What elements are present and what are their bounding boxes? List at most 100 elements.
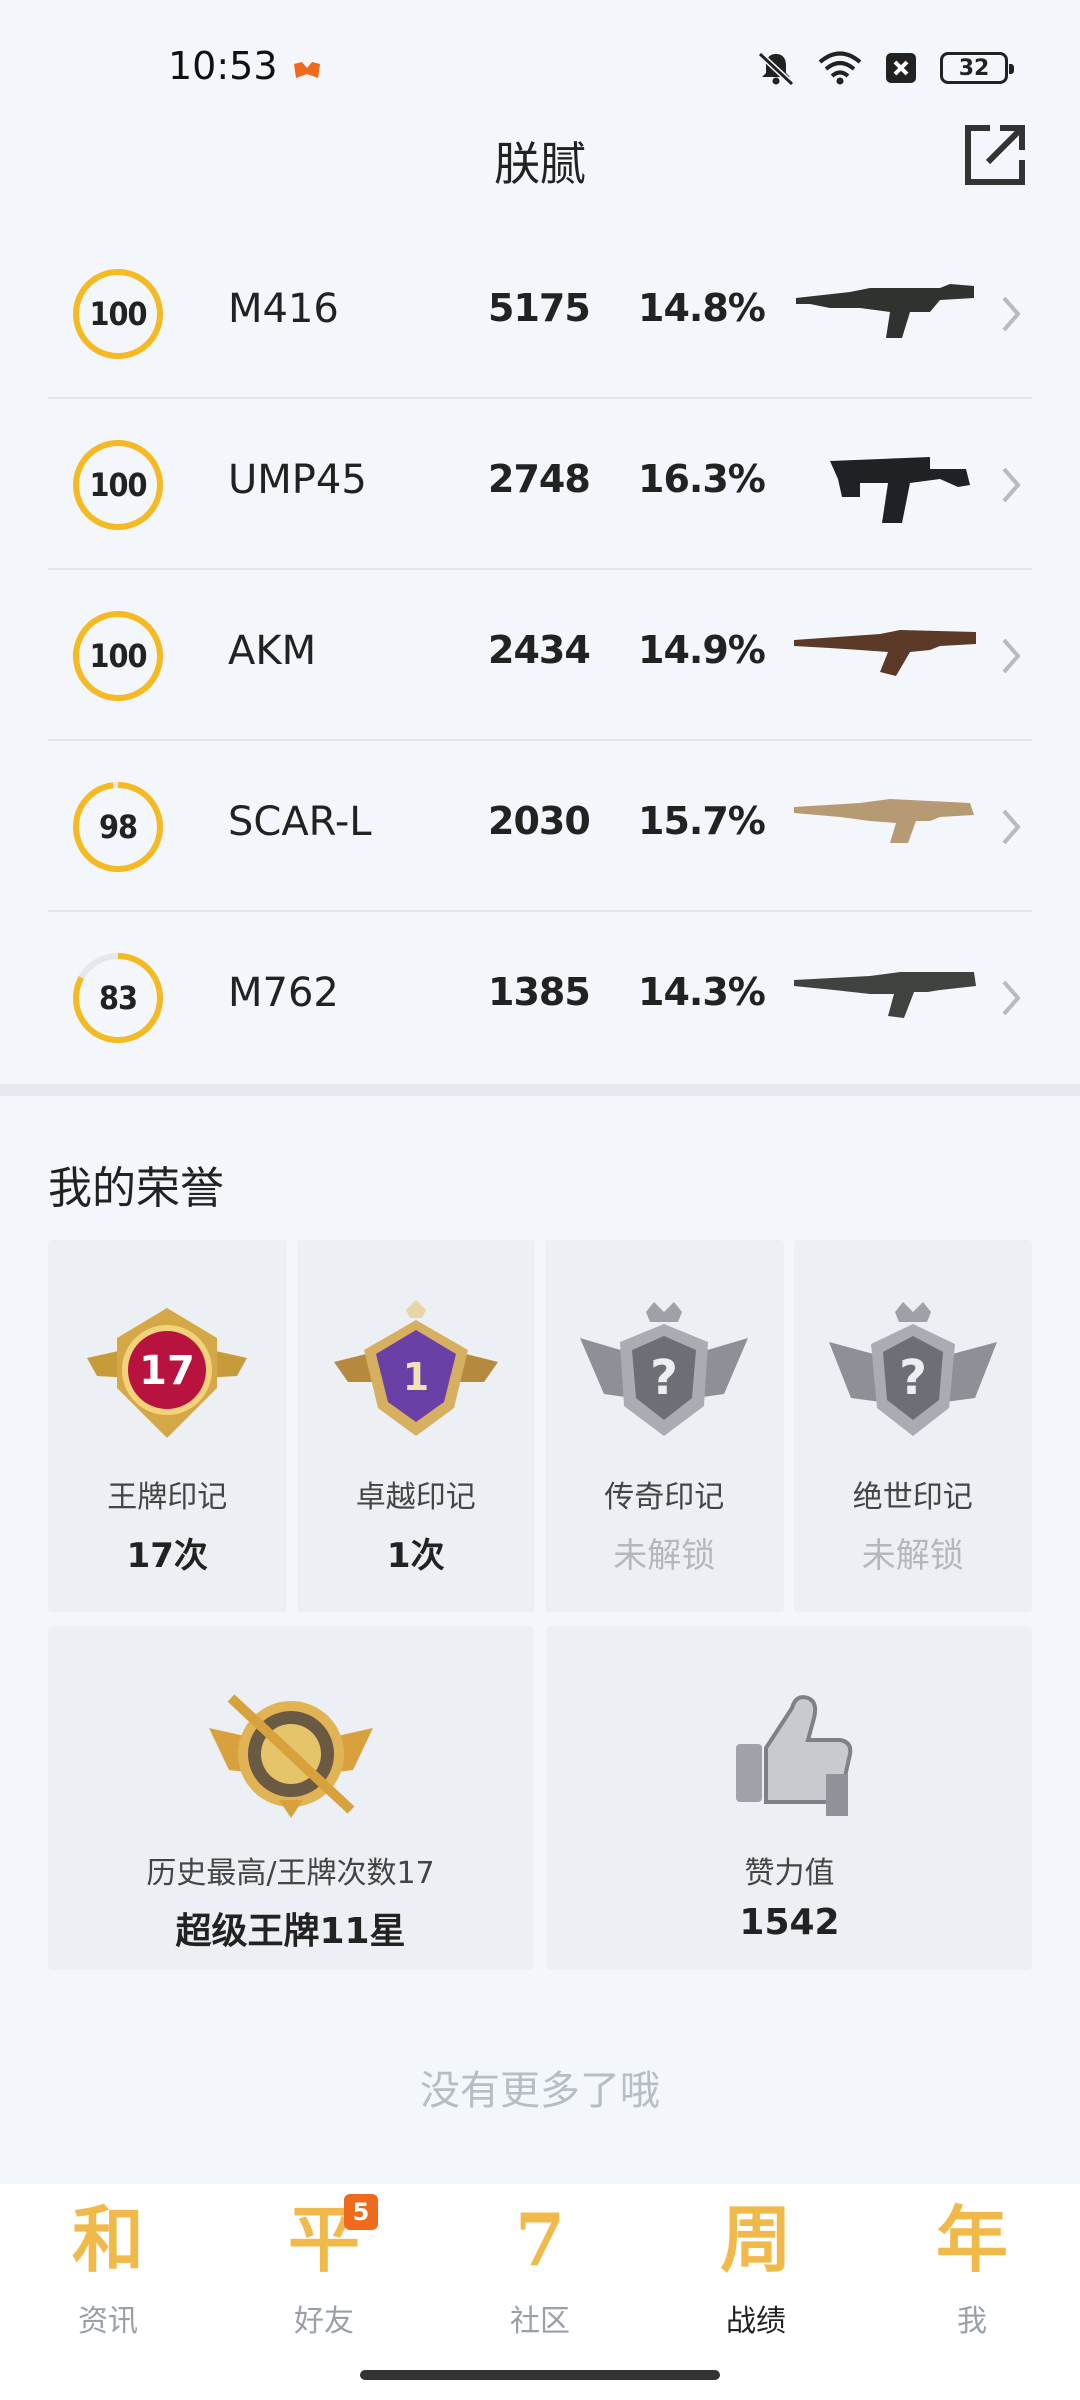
stat-label: 赞力值 [744,1856,835,1891]
bottom-nav: 和 资讯 平 5 好友 7 社区 周 战绩 年 我 [0,2184,1080,2400]
honor-card-ace[interactable]: 17 王牌印记 17次 [48,1240,287,1612]
honor-label: 卓越印记 [355,1480,476,1515]
honor-label: 传奇印记 [604,1480,725,1515]
weapon-rate: 14.9% [638,628,766,672]
end-of-list-text: 没有更多了哦 [420,2068,660,2114]
weapon-row[interactable]: 98 SCAR-L 2030 15.7% [48,741,1032,912]
honor-grid: 17 王牌印记 17次 1 卓越印记 1次 ? 传奇印记 未解锁 ? 绝世印记 … [48,1240,1032,1612]
honor-label: 绝世印记 [852,1480,973,1515]
weapon-kills: 1385 [488,970,591,1014]
legend-mark-badge-icon: ? [580,1302,749,1436]
chevron-right-icon [1002,980,1021,1016]
weapon-score-ring: 100 [70,437,166,533]
weapon-image-icon [794,972,976,1018]
status-time: 10:53 [168,44,278,88]
me-icon: 年 [935,2197,1008,2282]
honor-value: 未解锁 [613,1536,716,1576]
weapon-image-icon [794,799,974,843]
stat-grid: 历史最高/王牌次数17 超级王牌11星 赞力值 1542 [48,1626,1032,1970]
weapon-kills: 5175 [488,286,591,330]
weapon-name: M416 [228,286,339,332]
stat-card-highest-rank[interactable]: 历史最高/王牌次数17 超级王牌11星 [48,1626,533,1970]
rank-crown-badge-icon [208,1694,373,1818]
stat-label: 历史最高/王牌次数17 [146,1856,435,1891]
weapon-kills: 2748 [488,457,591,501]
honor-value: 未解锁 [861,1536,964,1576]
weapon-row[interactable]: 83 M762 1385 14.3% [48,912,1032,1083]
records-icon: 周 [719,2197,792,2282]
battery-icon: 32 [940,52,1014,84]
stat-value: 1542 [739,1902,840,1943]
excellence-badge-number: 1 [403,1355,429,1399]
weapon-rate: 14.3% [638,970,766,1014]
thumbs-up-icon [735,1695,852,1816]
legend-badge-number: ? [650,1350,678,1406]
weapon-image-icon [830,457,970,523]
weapon-image-icon [794,630,976,676]
honors-title: 我的荣誉 [48,1163,224,1214]
honor-card-peerless[interactable]: ? 绝世印记 未解锁 [793,1240,1032,1612]
ace-badge-number: 17 [139,1348,195,1394]
weapon-kills: 2030 [488,799,591,843]
battery-level: 32 [958,55,990,81]
chevron-right-icon [1002,296,1021,332]
weapon-score: 83 [98,979,138,1017]
nav-label: 好友 [294,2304,354,2339]
weapon-score: 98 [98,808,138,846]
stat-value: 超级王牌11星 [175,1911,406,1952]
weapon-score: 100 [89,295,147,333]
nav-news[interactable]: 和 资讯 [0,2184,216,2400]
weapon-rate: 14.8% [638,286,766,330]
weapon-image-icon [796,284,974,338]
nav-friends[interactable]: 平 5 好友 [216,2184,432,2400]
weapon-score: 100 [89,637,147,675]
section-divider [0,1084,1080,1096]
nav-community[interactable]: 7 社区 [432,2184,648,2400]
community-icon: 7 [514,2197,566,2282]
chevron-right-icon [1002,638,1021,674]
sim-off-icon [886,53,916,83]
game-app-icon [294,62,320,78]
weapon-name: M762 [228,970,339,1016]
honor-card-legend[interactable]: ? 传奇印记 未解锁 [545,1240,784,1612]
nav-label: 战绩 [726,2304,786,2339]
peerless-mark-badge-icon: ? [828,1302,997,1436]
excellence-mark-badge-icon: 1 [333,1300,498,1436]
wifi-icon [818,51,862,85]
mute-icon [757,51,795,86]
weapon-score: 100 [89,466,147,504]
nav-label: 社区 [510,2304,570,2339]
weapon-name: AKM [228,628,317,674]
status-icons: 32 [756,50,1014,86]
share-icon[interactable] [962,122,1028,188]
honor-value: 17次 [126,1536,208,1576]
news-icon: 和 [71,2197,144,2282]
weapon-score-ring: 100 [70,266,166,362]
honor-label: 王牌印记 [107,1480,228,1515]
nav-records[interactable]: 周 战绩 [648,2184,864,2400]
weapon-row[interactable]: 100 UMP45 2748 16.3% [48,399,1032,570]
weapon-name: SCAR-L [228,799,372,845]
weapon-rate: 16.3% [638,457,766,501]
nav-label: 我 [957,2304,987,2339]
peerless-badge-number: ? [899,1350,927,1406]
weapon-score-ring: 83 [70,950,166,1046]
weapon-name: UMP45 [228,457,367,503]
chevron-right-icon [1002,809,1021,845]
nav-label: 资讯 [78,2304,138,2339]
weapon-rate: 15.7% [638,799,766,843]
weapon-list: 100 M416 5175 14.8% 100 UMP45 2748 16.3% [48,228,1032,1083]
weapon-row[interactable]: 100 M416 5175 14.8% [48,228,1032,399]
chevron-right-icon [1002,467,1021,503]
honor-value: 1次 [386,1536,445,1576]
weapon-kills: 2434 [488,628,591,672]
friends-count-badge: 5 [344,2194,378,2230]
ace-mark-badge-icon: 17 [87,1308,248,1438]
weapon-row[interactable]: 100 AKM 2434 14.9% [48,570,1032,741]
page-title: 朕腻 [494,137,586,191]
header: 朕腻 [0,120,1080,200]
honor-card-excellence[interactable]: 1 卓越印记 1次 [296,1240,535,1612]
stat-card-likes[interactable]: 赞力值 1542 [547,1626,1032,1970]
nav-me[interactable]: 年 我 [864,2184,1080,2400]
home-indicator[interactable] [360,2370,720,2380]
